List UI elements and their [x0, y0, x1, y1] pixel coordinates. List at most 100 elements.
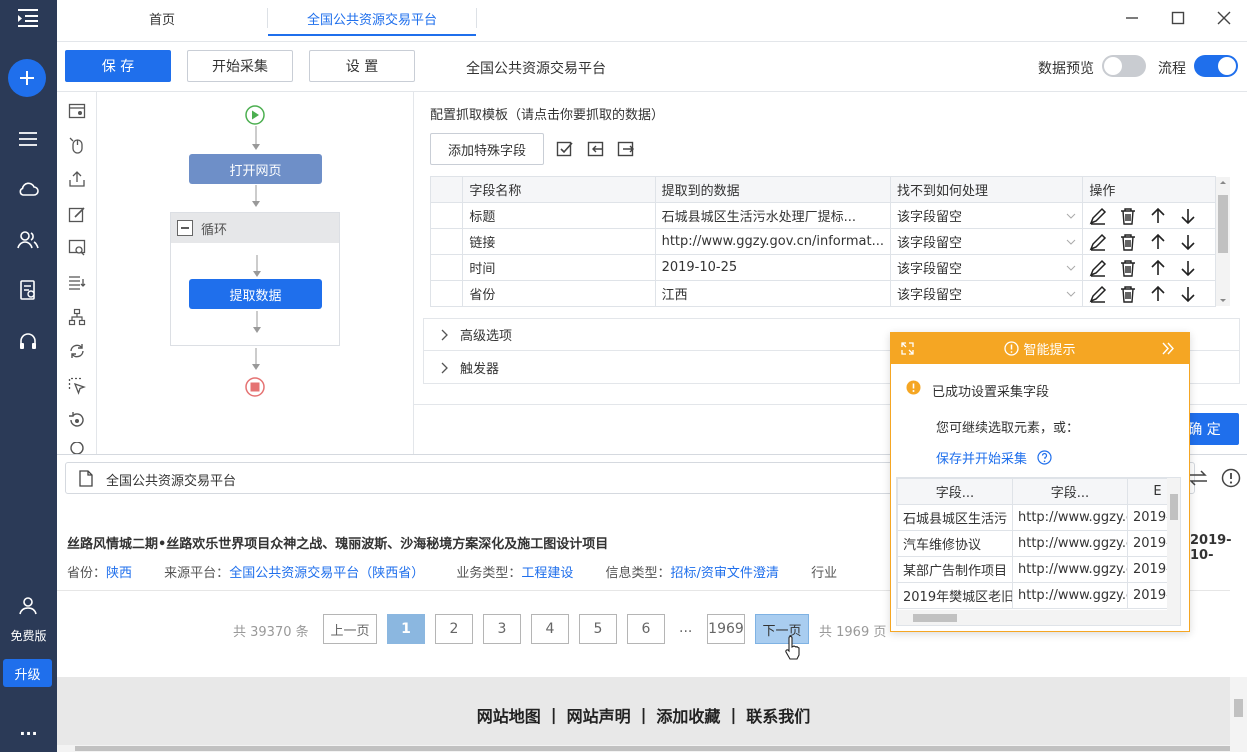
page-button[interactable]: 4 [531, 614, 569, 644]
flow-toggle[interactable] [1194, 55, 1238, 77]
missing-handle-select[interactable]: 该字段留空 [889, 280, 1084, 307]
branch-tool-icon[interactable] [67, 307, 87, 327]
page-button[interactable]: 6 [627, 614, 665, 644]
info-icon[interactable] [1221, 468, 1241, 488]
page-scrollbar[interactable] [1230, 677, 1247, 752]
scroll-thumb[interactable] [1218, 195, 1228, 253]
table-row[interactable]: 时间 2019-10-25 该字段留空 [429, 254, 1216, 281]
add-task-button[interactable] [8, 59, 46, 97]
headset-icon[interactable] [14, 327, 42, 355]
move-up-icon[interactable] [1149, 207, 1167, 225]
delete-icon[interactable] [1119, 259, 1137, 277]
edit-icon[interactable] [1089, 207, 1107, 225]
sitemap-link[interactable]: 网站地图 [477, 703, 541, 727]
save-and-start-link[interactable]: 保存并开始采集 [936, 448, 1052, 467]
field-name[interactable]: 时间 [462, 254, 656, 281]
scroll-thumb[interactable] [1234, 699, 1243, 717]
preview-toggle[interactable] [1102, 55, 1146, 77]
last-page-button[interactable]: 1969 [707, 614, 745, 644]
recognize-tool-icon[interactable] [67, 238, 87, 258]
start-collect-button[interactable]: 开始采集 [187, 50, 293, 82]
move-down-icon[interactable] [1179, 259, 1197, 277]
edit-icon[interactable] [1089, 285, 1107, 303]
horizontal-scrollbar[interactable] [57, 745, 1230, 752]
export-icon[interactable] [617, 140, 635, 158]
refresh-tool-icon[interactable] [67, 410, 87, 430]
users-icon[interactable] [14, 226, 42, 254]
table-row[interactable]: 链接 http://www.ggzy.gov.cn/informat... 该字… [429, 228, 1216, 255]
close-icon[interactable] [1211, 8, 1237, 28]
item-title-link[interactable]: 丝路风情城二期•丝路欢乐世界项目众神之战、瑰丽波斯、沙海秘境方案深化及施工图设计… [67, 533, 608, 552]
preview-vscroll[interactable] [1167, 478, 1180, 610]
add-special-field-button[interactable]: 添加特殊字段 [430, 133, 544, 165]
advanced-options-toggle[interactable]: 高级选项 [440, 325, 512, 344]
scroll-thumb[interactable] [913, 614, 957, 622]
page-button[interactable]: 2 [435, 614, 473, 644]
meta-source[interactable]: 全国公共资源交易平台（陕西省） [229, 566, 424, 581]
trigger-toggle[interactable]: 触发器 [440, 358, 499, 377]
help-icon[interactable] [1037, 450, 1052, 465]
table-row[interactable]: 标题 石城县城区生活污水处理厂提标... 该字段留空 [429, 202, 1216, 229]
save-button[interactable]: 保 存 [65, 50, 171, 82]
open-page-tool-icon[interactable] [67, 101, 87, 121]
bookmark-link[interactable]: 添加收藏 [656, 703, 720, 727]
upgrade-button[interactable]: 升级 [3, 659, 52, 687]
more-menu-button[interactable]: ... [0, 720, 57, 739]
move-down-icon[interactable] [1179, 207, 1197, 225]
account-icon[interactable] [14, 592, 42, 620]
collapse-icon[interactable] [177, 220, 193, 236]
scroll-thumb[interactable] [75, 746, 1230, 751]
edit-icon[interactable] [1089, 259, 1107, 277]
report-icon[interactable] [14, 276, 42, 304]
prev-page-button[interactable]: 上一页 [323, 614, 377, 644]
preview-hscroll[interactable] [897, 610, 1180, 625]
delete-icon[interactable] [1119, 285, 1137, 303]
move-up-icon[interactable] [1149, 259, 1167, 277]
page-button[interactable]: 3 [483, 614, 521, 644]
upload-tool-icon[interactable] [67, 169, 87, 189]
field-name[interactable]: 省份 [462, 280, 656, 307]
minimize-icon[interactable] [1119, 8, 1145, 28]
missing-handle-select[interactable]: 该字段留空 [889, 228, 1084, 255]
delete-icon[interactable] [1119, 207, 1137, 225]
extract-data-node[interactable]: 提取数据 [189, 279, 322, 309]
edit-icon[interactable] [1089, 233, 1107, 251]
switch-icon[interactable] [1188, 470, 1208, 486]
expand-icon[interactable] [901, 342, 914, 355]
field-name[interactable]: 标题 [462, 202, 656, 229]
statement-link[interactable]: 网站声明 [567, 703, 631, 727]
meta-business[interactable]: 工程建设 [521, 566, 573, 581]
collapse-panel-icon[interactable] [1161, 342, 1175, 355]
tab-home[interactable]: 首页 [57, 0, 267, 36]
contact-link[interactable]: 联系我们 [746, 703, 810, 727]
select-tool-icon[interactable] [67, 376, 87, 396]
table-scrollbar[interactable] [1216, 177, 1230, 306]
page-button[interactable]: 5 [579, 614, 617, 644]
page-button[interactable]: 1 [387, 614, 425, 644]
open-page-node[interactable]: 打开网页 [189, 154, 322, 184]
click-tool-icon[interactable] [67, 135, 87, 155]
tab-task[interactable]: 全国公共资源交易平台 [268, 0, 476, 36]
settings-button[interactable]: 设 置 [309, 50, 415, 82]
meta-info-type[interactable]: 招标/资审文件澄清 [671, 566, 779, 581]
move-down-icon[interactable] [1179, 285, 1197, 303]
menu-toggle-icon[interactable] [14, 4, 42, 32]
select-all-icon[interactable] [556, 140, 574, 158]
list-tool-icon[interactable] [67, 272, 87, 292]
input-tool-icon[interactable] [67, 204, 87, 224]
meta-province[interactable]: 陕西 [106, 566, 132, 581]
missing-handle-select[interactable]: 该字段留空 [889, 254, 1084, 281]
missing-handle-select[interactable]: 该字段留空 [889, 202, 1084, 229]
more-tool-icon[interactable] [67, 442, 87, 454]
move-down-icon[interactable] [1179, 233, 1197, 251]
loop-container[interactable]: 循环 提取数据 [170, 212, 340, 346]
loop-tool-icon[interactable] [67, 341, 87, 361]
import-icon[interactable] [587, 140, 605, 158]
move-up-icon[interactable] [1149, 285, 1167, 303]
task-list-icon[interactable] [14, 125, 42, 153]
cloud-icon[interactable] [14, 175, 42, 203]
delete-icon[interactable] [1119, 233, 1137, 251]
table-row[interactable]: 省份 江西 该字段留空 [429, 280, 1216, 307]
maximize-icon[interactable] [1165, 8, 1191, 28]
scroll-thumb[interactable] [1170, 494, 1178, 520]
